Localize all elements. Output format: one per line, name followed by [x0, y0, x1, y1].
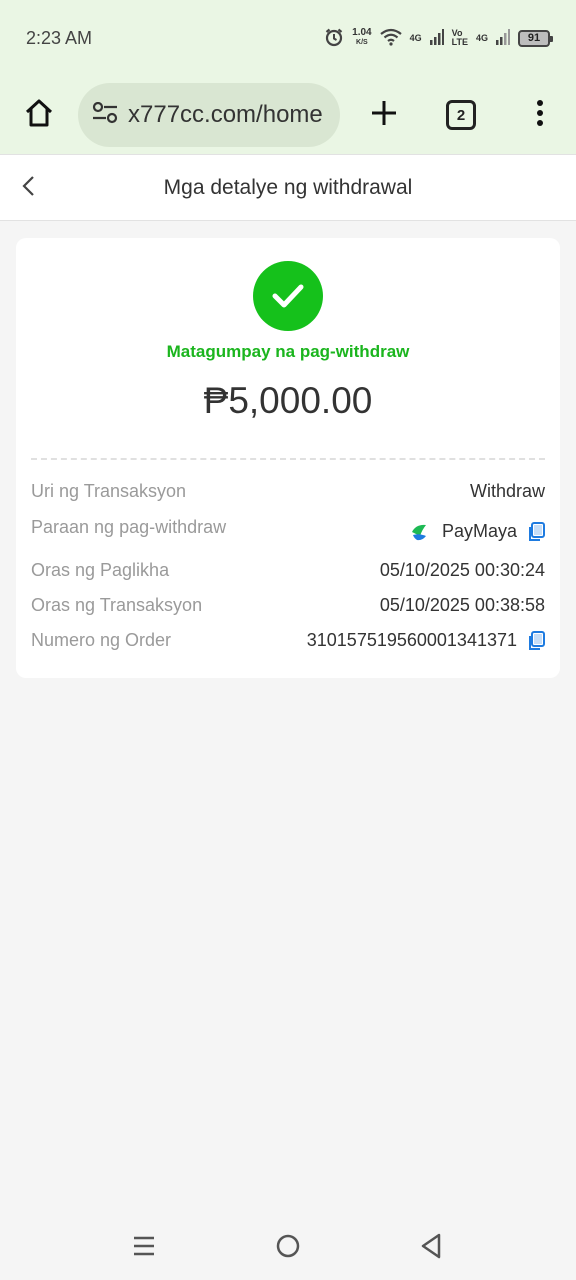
- network-speed: 1.04 K/S: [352, 28, 371, 48]
- detail-label: Numero ng Order: [31, 630, 172, 650]
- detail-value-method: PayMaya: [410, 521, 545, 542]
- detail-row-order-number: Numero ng Order 310157519560001341371: [31, 630, 545, 651]
- network-speed-value: 1.04: [352, 27, 372, 38]
- success-check-icon: [253, 261, 323, 331]
- url-text[interactable]: x777cc.com/home: [128, 101, 323, 129]
- status-text: Matagumpay na pag-withdraw: [166, 342, 410, 361]
- home-circle-icon: [275, 1233, 301, 1264]
- recent-apps-icon: [132, 1234, 156, 1263]
- plus-icon: [370, 99, 398, 132]
- volte-bottom: LTE: [451, 37, 468, 47]
- detail-label: Oras ng Paglikha: [31, 560, 170, 580]
- withdrawal-details-card: Matagumpay na pag-withdraw ₱5,000.00 Uri…: [16, 238, 560, 678]
- home-icon: [23, 97, 55, 134]
- alarm-icon: [324, 27, 344, 50]
- detail-value-order: 310157519560001341371: [307, 630, 545, 651]
- volte-indicator: Vo LTE: [452, 29, 468, 47]
- battery-icon: 91: [518, 29, 553, 47]
- battery-level: 91: [527, 32, 541, 44]
- back-nav-button[interactable]: [416, 1233, 446, 1263]
- detail-value: 05/10/2025 00:38:58: [379, 595, 545, 615]
- detail-label: Uri ng Transaksyon: [31, 481, 187, 501]
- new-tab-button[interactable]: [366, 97, 402, 133]
- address-bar[interactable]: x777cc.com/home: [78, 83, 340, 147]
- more-menu-button[interactable]: [530, 97, 550, 133]
- detail-row-created: Oras ng Paglikha 05/10/2025 00:30:24: [31, 560, 545, 581]
- detail-label: Paraan ng pag-withdraw: [31, 517, 227, 537]
- page-header: Mga detalye ng withdrawal: [0, 154, 576, 221]
- detail-row-type: Uri ng Transaksyon Withdraw: [31, 481, 545, 502]
- detail-value: 05/10/2025 00:30:24: [379, 560, 545, 580]
- back-button[interactable]: [14, 173, 44, 203]
- paymaya-logo-icon: [410, 522, 430, 542]
- signal-2: 4G: [475, 32, 488, 43]
- method-name: PayMaya: [441, 521, 517, 541]
- chevron-left-icon: [21, 175, 37, 202]
- network-speed-unit: K/S: [356, 39, 368, 46]
- detail-value: Withdraw: [469, 481, 545, 501]
- home-button[interactable]: [18, 94, 60, 136]
- recent-apps-button[interactable]: [129, 1233, 159, 1263]
- wifi-icon: [379, 28, 402, 49]
- detail-label: Oras ng Transaksyon: [31, 595, 203, 615]
- more-vert-icon: [536, 99, 544, 132]
- status-icons: 1.04 K/S 4G Vo LTE 4G 91: [324, 27, 553, 50]
- tab-count: 2: [456, 106, 466, 124]
- page-title: Mga detalye ng withdrawal: [163, 175, 413, 199]
- browser-toolbar: x777cc.com/home 2: [0, 76, 576, 154]
- system-nav-bar: [0, 1216, 576, 1280]
- order-number: 310157519560001341371: [306, 630, 517, 650]
- withdraw-amount: ₱5,000.00: [203, 380, 373, 421]
- signal-bars-2-icon: [496, 28, 510, 48]
- signal-2-label: 4G: [475, 32, 488, 43]
- home-nav-button[interactable]: [273, 1233, 303, 1263]
- detail-row-transaction-time: Oras ng Transaksyon 05/10/2025 00:38:58: [31, 595, 545, 616]
- signal-1-label: 4G: [409, 32, 422, 43]
- signal-1: 4G: [409, 32, 422, 43]
- signal-bars-icon: [429, 28, 444, 48]
- copy-icon[interactable]: [527, 630, 545, 651]
- site-settings-icon[interactable]: [92, 101, 118, 129]
- copy-icon[interactable]: [527, 521, 545, 542]
- detail-row-method: Paraan ng pag-withdraw PayMaya: [31, 517, 545, 542]
- back-triangle-icon: [419, 1233, 443, 1264]
- tabs-button[interactable]: 2: [446, 100, 476, 130]
- dashed-divider: [31, 458, 545, 460]
- status-bar: 2:23 AM 1.04 K/S 4G Vo LTE 4G 91: [0, 0, 576, 76]
- status-time: 2:23 AM: [26, 27, 93, 48]
